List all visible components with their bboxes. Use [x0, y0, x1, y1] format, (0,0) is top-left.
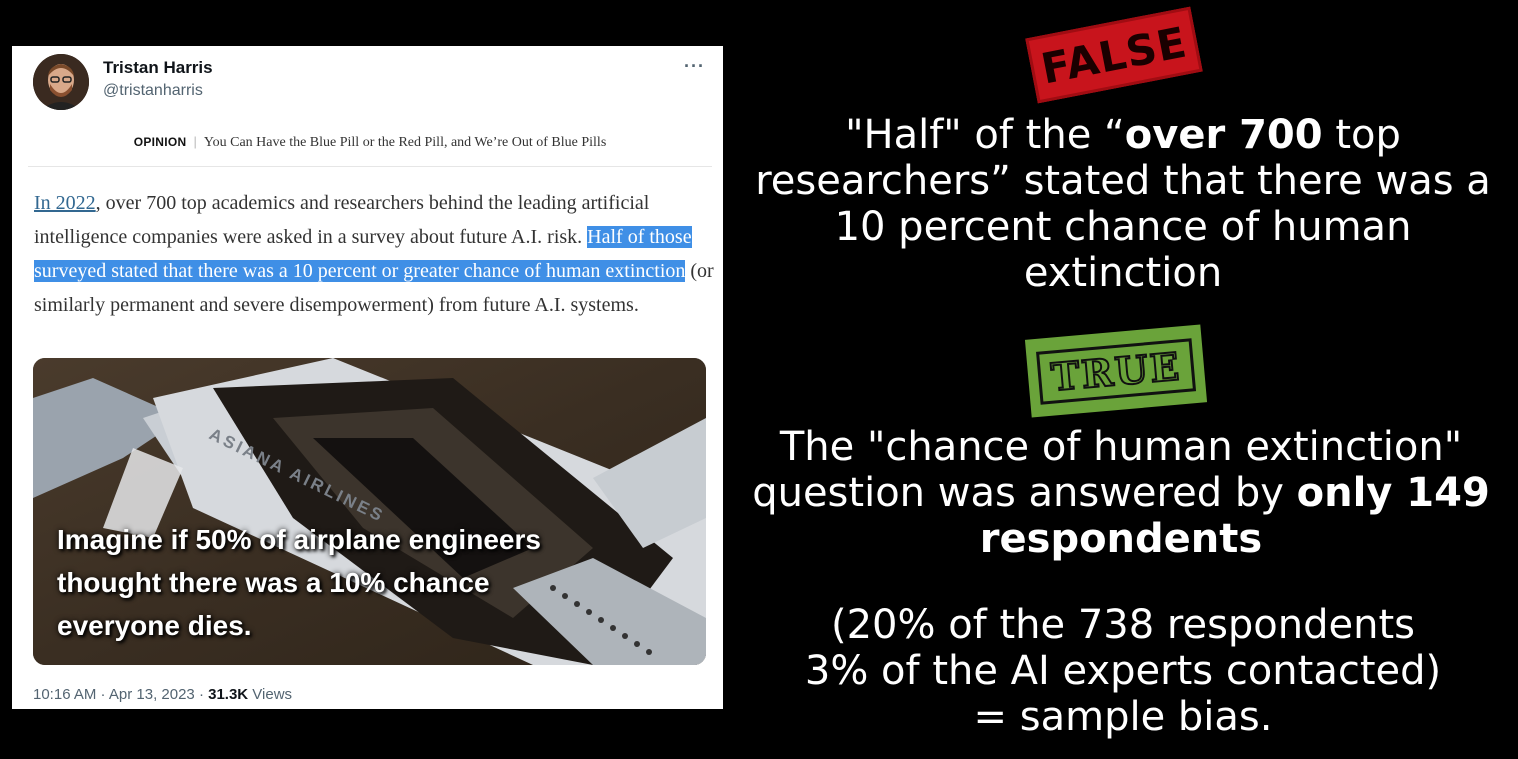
note-line-2: 3% of the AI experts contacted) [804, 648, 1442, 694]
true-stamp: TRUE [1024, 324, 1208, 418]
article-headline: OPINION | You Can Have the Blue Pill or th… [28, 134, 712, 151]
author-handle[interactable]: @tristanharris [103, 82, 203, 100]
headline-separator: | [193, 134, 197, 149]
claim-text: "Half" of the “over 700 top researchers”… [740, 112, 1506, 296]
survey-link[interactable]: In 2022 [34, 192, 96, 214]
crashed-airplane-image[interactable]: ASIANA AIRLINES Imagine if 50% of airpla… [33, 358, 706, 665]
views-count: 31.3K [208, 686, 249, 703]
claim-text-pre: "Half" of the “ [845, 112, 1125, 158]
divider [28, 166, 712, 167]
claim-text-bold: over 700 [1124, 112, 1323, 158]
image-caption: Imagine if 50% of airplane engineers tho… [57, 524, 541, 641]
sample-bias-note: (20% of the 738 respondents 3% of the AI… [740, 602, 1506, 740]
false-stamp: FALSE [1025, 6, 1203, 104]
article-text-1: , over 700 top academics and researchers… [34, 192, 650, 248]
fact-text: The "chance of human extinction" questio… [724, 424, 1518, 562]
tweet-card: Tristan Harris @tristanharris ··· OPINIO… [12, 46, 723, 709]
note-line-3: = sample bias. [973, 694, 1273, 740]
more-options-icon[interactable]: ··· [684, 56, 705, 77]
views-label: Views [248, 686, 293, 703]
tweet-timestamp[interactable]: 10:16 AM · Apr 13, 2023 · [33, 686, 208, 703]
avatar[interactable] [33, 54, 89, 110]
author-name[interactable]: Tristan Harris [103, 58, 213, 78]
article-excerpt: In 2022, over 700 top academics and rese… [34, 186, 714, 322]
section-label: OPINION [133, 135, 187, 149]
note-line-1: (20% of the 738 respondents [830, 602, 1416, 648]
article-title: You Can Have the Blue Pill or the Red Pi… [203, 135, 607, 150]
true-stamp-label: TRUE [1036, 337, 1196, 405]
tweet-meta: 10:16 AM · Apr 13, 2023 · 31.3K Views [33, 686, 292, 703]
